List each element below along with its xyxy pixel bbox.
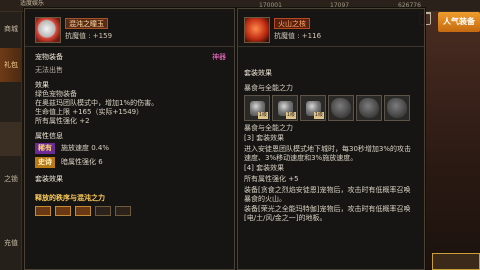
resist-value: 抗魔值 : +159 <box>65 32 113 40</box>
item-tooltip-left: 混沌之瞳玉 抗魔值 : +159 宠物装备 神器 无法出售 效果 绿色宠物装备 … <box>24 8 235 270</box>
set-slot[interactable] <box>384 95 410 121</box>
set-title: 套装效果 <box>244 69 272 77</box>
stone-icon <box>359 98 379 118</box>
attr-text: 暗属性强化 6 <box>61 157 103 166</box>
set-slot[interactable]: 1级 <box>300 95 326 121</box>
left-rail: 商城 礼包 之锁 充值 <box>0 12 22 270</box>
stone-icon <box>387 98 407 118</box>
set-line: 装备[荣光之全能玛特伽]宠物后，攻击时有低概率召唤[电/土/风/金之一]的地板。 <box>244 205 411 222</box>
set-line: [3] 套装效果 <box>244 134 285 142</box>
effect-line: 生命值上限 +165（实际+1549） <box>35 108 144 116</box>
rail-item-3[interactable] <box>0 84 22 118</box>
set-title: 套装效果 <box>35 175 63 183</box>
rail-item-4[interactable] <box>0 122 22 156</box>
effect-line: 在奥兹玛团队模式中，增加1%的伤害。 <box>35 99 159 107</box>
attr-text: 施放速度 0.4% <box>61 143 110 152</box>
set-slot[interactable] <box>356 95 382 121</box>
set-name: 释放的秩序与混沌之力 <box>35 194 105 202</box>
set-slot[interactable] <box>328 95 354 121</box>
set-slots: 1级 1级 1级 <box>244 95 416 121</box>
set-slot[interactable]: 1级 <box>272 95 298 121</box>
artifact-tag: 神器 <box>212 53 226 61</box>
item-icon <box>35 17 61 43</box>
character-art <box>424 12 480 270</box>
item-name: 火山之核 <box>274 18 310 29</box>
set-piece <box>115 206 131 216</box>
effect-line: 所有属性强化 +2 <box>35 117 90 125</box>
popular-equip-button[interactable]: 人气装备 <box>438 12 480 32</box>
set-line: [4] 套装效果 <box>244 164 285 173</box>
set-slot[interactable]: 1级 <box>244 95 270 121</box>
item-tooltip-right: 火山之核 抗魔值 : +116 套装效果 暴食与全能之力 1级 1级 1级 暴食… <box>237 8 425 270</box>
set-line: 所有属性强化 +5 <box>244 175 299 183</box>
attr-row: 史诗 暗属性强化 6 <box>35 155 226 169</box>
rail-lock[interactable]: 之锁 <box>0 162 22 196</box>
set-subtitle: 暴食与全能之力 <box>244 84 293 92</box>
set-piece <box>35 206 51 216</box>
set-piece <box>75 206 91 216</box>
tooltip-header: 火山之核 抗魔值 : +116 <box>238 9 424 47</box>
gold-item-slot[interactable] <box>432 253 480 270</box>
effect-line: 绿色宠物装备 <box>35 90 77 98</box>
rail-gift[interactable]: 礼包 <box>0 48 22 82</box>
set-line: 装备[贪食之烈焰安徒恩]宠物后，攻击时有低概率召唤暴食的火山。 <box>244 185 411 203</box>
pet-section-title: 宠物装备 <box>35 53 63 61</box>
set-line: 进入安徒恩团队模式地下城时，每30秒增加3%的攻击速度、3%移动速度和3%施放速… <box>244 144 412 162</box>
age-notice: 适度娱乐 <box>20 0 45 7</box>
resist-value: 抗魔值 : +116 <box>274 32 322 40</box>
item-icon <box>244 17 270 43</box>
stone-icon <box>331 98 351 118</box>
attr-title: 属性信息 <box>35 132 63 140</box>
slot-level: 1级 <box>257 112 268 119</box>
slot-level: 1级 <box>313 112 324 119</box>
item-name: 混沌之瞳玉 <box>65 18 108 29</box>
set-pieces <box>35 206 226 216</box>
rarity-badge: 稀有 <box>35 142 55 154</box>
rail-mall[interactable]: 商城 <box>0 12 22 46</box>
rail-recharge[interactable]: 充值 <box>0 226 22 260</box>
set-subtitle-2: 暴食与全能之力 <box>244 124 293 132</box>
effect-title: 效果 <box>35 81 49 89</box>
rarity-badge: 史诗 <box>35 156 55 168</box>
set-piece <box>55 206 71 216</box>
set-piece <box>95 206 111 216</box>
slot-level: 1级 <box>285 112 296 119</box>
sell-note: 无法出售 <box>35 66 63 74</box>
attr-row: 稀有 施放速度 0.4% <box>35 141 226 155</box>
tooltip-header: 混沌之瞳玉 抗魔值 : +159 <box>25 9 234 47</box>
